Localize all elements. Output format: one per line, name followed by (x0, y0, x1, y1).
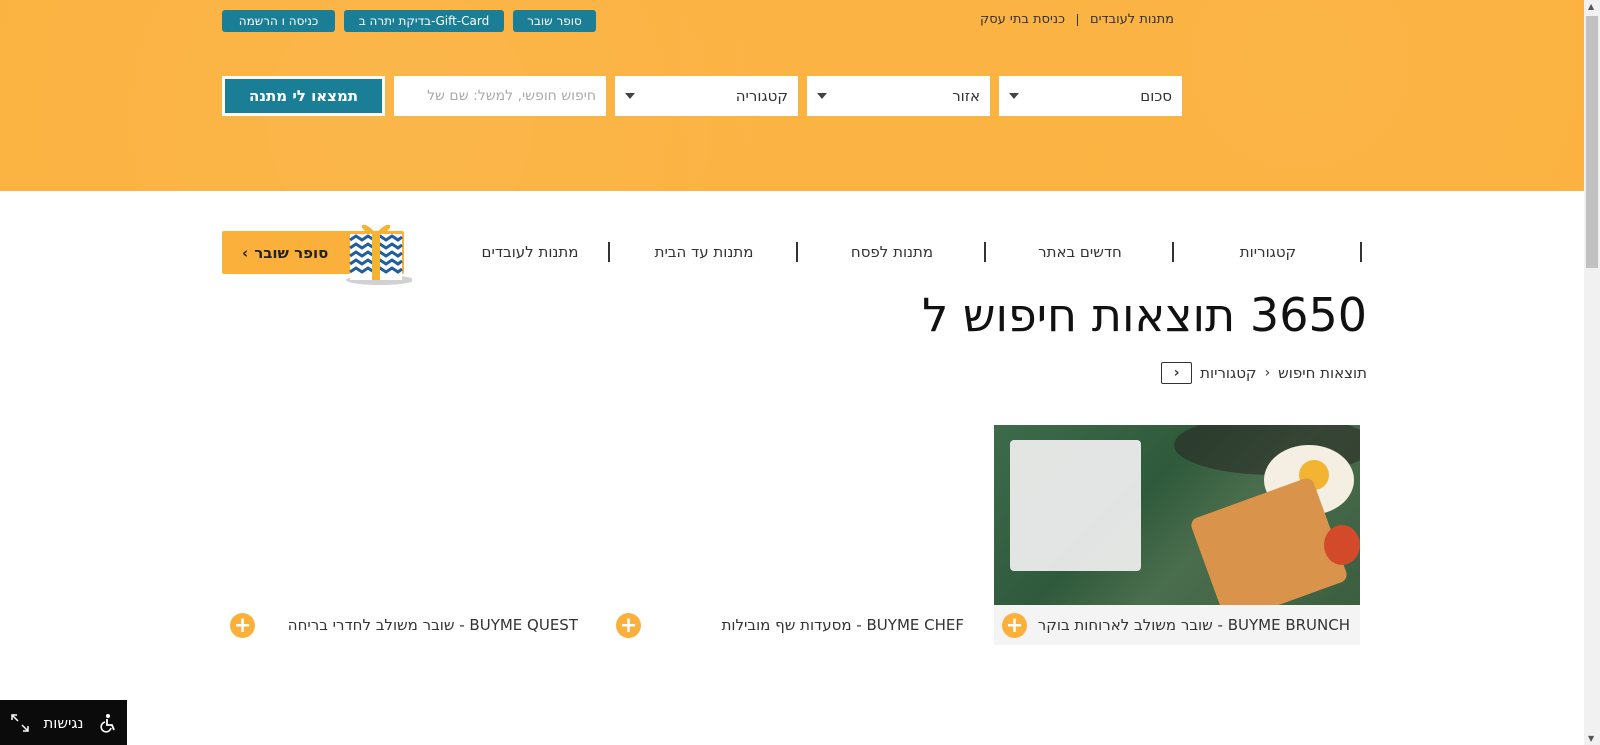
product-footer: + BUYME BRUNCH - שובר משולב לארוחות בוקר (994, 605, 1360, 645)
product-footer: + BUYME CHEF - מסעדות שף מובילות (608, 605, 974, 645)
product-card[interactable]: + BUYME BRUNCH - שובר משולב לארוחות בוקר (994, 425, 1360, 645)
nav-item-employee-gifts[interactable]: מתנות לעובדים (450, 242, 610, 262)
product-title[interactable]: BUYME QUEST - שובר משולב לחדרי בריחה (288, 616, 578, 634)
giftcard-balance-button[interactable]: בדיקת יתרה ב-Gift-Card (344, 10, 504, 32)
category-select-label: קטגוריה (735, 87, 788, 105)
login-register-button[interactable]: כניסה ו הרשמה (222, 10, 335, 32)
scrollbar[interactable]: ▲ ▼ (1584, 0, 1600, 745)
amount-select[interactable]: סכום (999, 76, 1182, 116)
top-links: מתנות לעובדים כניסת בתי עסק (980, 12, 1174, 27)
category-select[interactable]: קטגוריה (615, 76, 798, 116)
chevron-left-icon: ‹ (242, 243, 249, 262)
nav-item-categories[interactable]: קטגוריות (1174, 242, 1362, 262)
logo-placeholder (1010, 440, 1141, 571)
add-icon[interactable]: + (1002, 612, 1027, 638)
find-gift-button[interactable]: תמצאו לי מתנה (222, 76, 385, 116)
breadcrumb-current: תוצאות חיפוש (1278, 364, 1367, 382)
chevron-left-icon: ‹ (1264, 365, 1271, 381)
nav-items: קטגוריות חדשים באתר מתנות לפסח מתנות עד … (450, 230, 1362, 274)
top-link-business-login[interactable]: כניסת בתי עסק (980, 12, 1065, 27)
divider (1076, 13, 1078, 26)
search-input[interactable]: חיפוש חופשי, למשל: שם של (394, 76, 606, 116)
breadcrumb-categories-link[interactable]: קטגוריות (1200, 364, 1256, 382)
area-select-label: אזור (952, 87, 980, 105)
page-title: 3650 תוצאות חיפוש ל (922, 288, 1367, 342)
chevron-left-icon: ‹ (1173, 365, 1180, 381)
top-buttons: כניסה ו הרשמה בדיקת יתרה ב-Gift-Card סופ… (222, 10, 596, 32)
area-select[interactable]: אזור (807, 76, 990, 116)
header-banner: מתנות לעובדים כניסת בתי עסק כניסה ו הרשמ… (0, 0, 1584, 191)
amount-select-label: סכום (1140, 87, 1172, 105)
nav-item-home-delivery[interactable]: מתנות עד הבית (610, 242, 798, 262)
scroll-up-icon[interactable]: ▲ (1588, 2, 1594, 11)
nav-item-passover[interactable]: מתנות לפסח (798, 242, 986, 262)
gift-box-icon (346, 224, 412, 285)
scroll-down-icon[interactable]: ▼ (1588, 734, 1594, 743)
product-title[interactable]: BUYME CHEF - מסעדות שף מובילות (722, 616, 964, 634)
back-button[interactable]: ‹ (1161, 362, 1193, 384)
add-icon[interactable]: + (230, 612, 255, 638)
chevron-down-icon (817, 93, 827, 99)
expand-icon (11, 713, 29, 732)
main-nav: ‹ סופר שובר קטגוריות חדשים באתר מתנות לפ… (222, 224, 1362, 285)
wheelchair-icon (100, 713, 115, 733)
chevron-down-icon (625, 93, 635, 99)
add-icon[interactable]: + (616, 612, 641, 638)
top-link-employee-gifts[interactable]: מתנות לעובדים (1090, 12, 1174, 27)
chevron-down-icon (1009, 93, 1019, 99)
product-card[interactable]: + BUYME CHEF - מסעדות שף מובילות (608, 425, 974, 645)
nav-super-voucher-label: סופר שובר (254, 243, 329, 262)
accessibility-label: נגישות (43, 713, 84, 732)
breadcrumb: תוצאות חיפוש ‹ קטגוריות ‹ (1161, 362, 1367, 384)
nav-item-new[interactable]: חדשים באתר (986, 242, 1174, 262)
scrollbar-thumb[interactable] (1586, 16, 1598, 268)
product-image[interactable] (994, 425, 1360, 605)
super-voucher-button[interactable]: סופר שובר (513, 10, 596, 32)
product-card[interactable]: + BUYME QUEST - שובר משולב לחדרי בריחה (222, 425, 588, 645)
accessibility-button[interactable]: נגישות (0, 700, 127, 745)
product-title[interactable]: BUYME BRUNCH - שובר משולב לארוחות בוקר (1038, 616, 1350, 634)
product-footer: + BUYME QUEST - שובר משולב לחדרי בריחה (222, 605, 588, 645)
